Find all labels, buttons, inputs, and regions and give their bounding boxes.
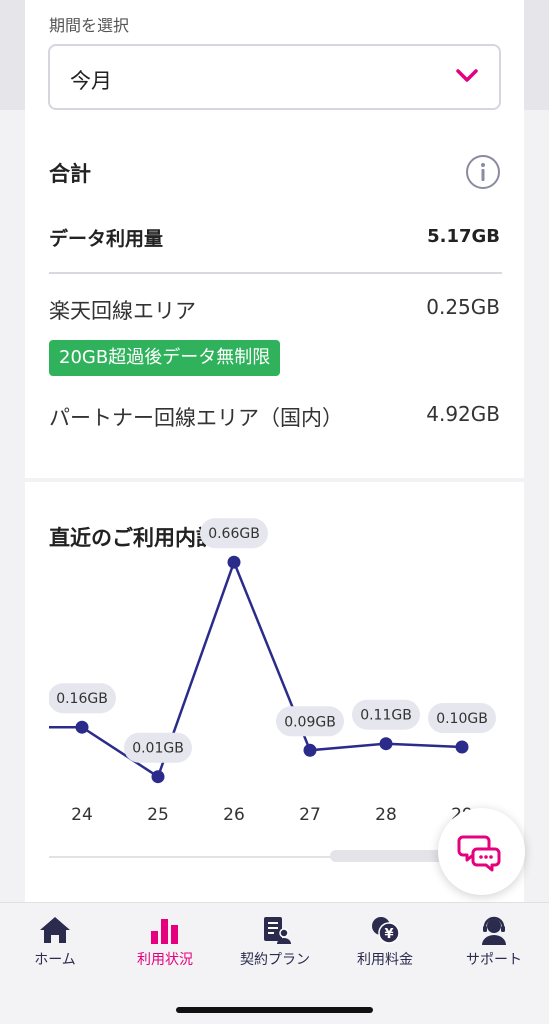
period-selected-value: 今月 <box>70 69 112 93</box>
nav-billing[interactable]: ¥ 利用料金 <box>330 915 440 969</box>
nav-support[interactable]: サポート <box>439 915 549 969</box>
data-point[interactable] <box>227 555 241 569</box>
background-edge-right <box>524 0 549 110</box>
data-label: 0.66GB <box>208 526 260 542</box>
x-tick-label: 26 <box>223 805 245 825</box>
partner-area-value: 4.92GB <box>426 402 500 426</box>
rakuten-area-label: 楽天回線エリア <box>49 299 196 323</box>
x-tick-label: 24 <box>71 805 93 825</box>
nav-home[interactable]: ホーム <box>0 915 110 969</box>
data-point[interactable] <box>303 743 317 757</box>
period-label: 期間を選択 <box>49 16 130 35</box>
support-icon <box>482 916 506 945</box>
yen-icon: ¥ <box>372 917 400 944</box>
background-edge-left <box>0 0 25 110</box>
x-tick-label: 25 <box>147 805 169 825</box>
chevron-down-icon <box>456 69 478 82</box>
data-point[interactable] <box>455 740 469 754</box>
unlimited-badge: 20GB超過後データ無制限 <box>49 340 281 376</box>
data-label: 0.11GB <box>360 708 412 724</box>
divider <box>49 272 502 274</box>
nav-support-label: サポート <box>466 952 522 968</box>
nav-contract-label: 契約プラン <box>240 952 310 968</box>
data-usage-label: データ利用量 <box>49 228 164 250</box>
nav-contract[interactable]: 契約プラン <box>220 915 330 969</box>
bar-chart-icon <box>151 919 178 944</box>
chat-button[interactable] <box>438 808 525 895</box>
chart-scrollbar[interactable] <box>330 850 450 862</box>
period-select[interactable]: 今月 <box>48 44 501 110</box>
data-label: 0.10GB <box>436 711 488 727</box>
nav-billing-label: 利用料金 <box>357 952 413 968</box>
contract-icon <box>264 917 291 944</box>
data-point[interactable] <box>379 737 393 751</box>
usage-series-line <box>49 558 463 779</box>
chat-bubbles-icon <box>457 835 501 872</box>
data-usage-value: 5.17GB <box>427 226 500 247</box>
usage-summary-card: 期間を選択 今月 合計 データ利用量 5.17GB 楽天回線エリア 0.25GB… <box>25 0 524 478</box>
data-label: 0.09GB <box>284 714 336 730</box>
data-label: 0.16GB <box>56 691 108 707</box>
total-title: 合計 <box>49 162 91 186</box>
home-icon <box>40 917 70 943</box>
home-indicator <box>176 1007 373 1013</box>
svg-text:¥: ¥ <box>384 927 393 942</box>
nav-usage[interactable]: 利用状況 <box>110 915 220 969</box>
nav-usage-label: 利用状況 <box>137 952 193 968</box>
data-point[interactable] <box>151 770 165 784</box>
x-tick-label: 28 <box>375 805 397 825</box>
rakuten-area-value: 0.25GB <box>426 295 500 319</box>
nav-home-label: ホーム <box>34 952 76 968</box>
bottom-navigation: ホーム 利用状況 契約プラン ¥ 利用料金 サポート <box>0 902 549 1024</box>
partner-area-label: パートナー回線エリア（国内） <box>49 406 343 430</box>
data-label: 0.01GB <box>132 741 184 757</box>
info-icon[interactable] <box>465 154 501 190</box>
data-point[interactable] <box>75 720 89 734</box>
x-tick-label: 27 <box>299 805 321 825</box>
